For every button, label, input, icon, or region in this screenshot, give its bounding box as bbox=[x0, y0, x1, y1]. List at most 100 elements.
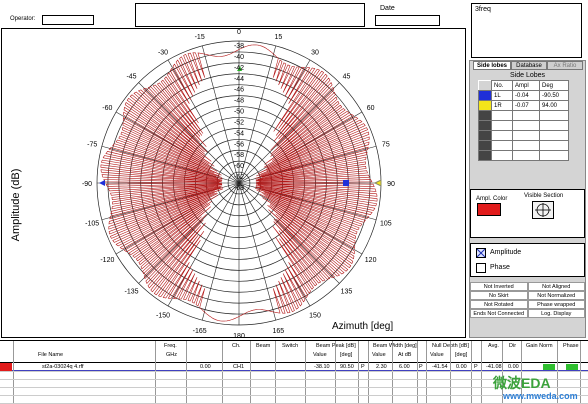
polar-spoke bbox=[201, 182, 240, 321]
radial-tick-label: -50 bbox=[234, 109, 244, 116]
side-lobe-ampl bbox=[512, 150, 540, 161]
y-axis-label: Amplitude (dB) bbox=[10, 168, 22, 242]
side-lobe-row[interactable] bbox=[478, 120, 569, 131]
amplitude-option-label: Amplitude bbox=[490, 249, 522, 256]
flag-cell: Log. Display bbox=[527, 309, 585, 318]
side-lobe-color-swatch[interactable] bbox=[478, 100, 492, 111]
hdr-freq: Freq. bbox=[164, 343, 177, 349]
side-lobe-marker-left bbox=[99, 180, 105, 186]
angle-tick-label: 90 bbox=[387, 181, 395, 188]
polar-spoke bbox=[238, 182, 277, 321]
ampl-color-swatch[interactable] bbox=[477, 203, 501, 216]
table-column-line bbox=[481, 341, 482, 403]
phase-indicator bbox=[566, 364, 578, 370]
phase-option-label: Phase bbox=[490, 264, 510, 271]
cell-p1: P bbox=[361, 364, 365, 370]
table-column-line bbox=[426, 341, 427, 403]
row-color-marker bbox=[0, 363, 12, 371]
flag-cell: Phase wrapped bbox=[527, 300, 585, 309]
table-column-line bbox=[186, 341, 187, 403]
tab-side-lobes[interactable]: Side lobes bbox=[473, 61, 511, 70]
polar-plot-panel: -38 -40 -42 -44 -46 -48 -50 -52 -54 -56 -58 -60 -62 -… bbox=[1, 28, 466, 339]
x-axis-label: Azimuth [deg] bbox=[332, 321, 394, 332]
side-lobe-color-swatch[interactable] bbox=[478, 140, 492, 151]
side-lobe-no bbox=[491, 140, 513, 151]
visible-section-label: Visible Section bbox=[524, 193, 564, 199]
side-lobe-no bbox=[491, 150, 513, 161]
amplitude-checkbox[interactable] bbox=[476, 248, 486, 258]
table-column-line bbox=[13, 341, 14, 403]
table-column-line bbox=[392, 341, 393, 403]
hdr-switch: Switch bbox=[282, 343, 299, 349]
flag-cell: Not Rotated bbox=[470, 300, 528, 309]
gain-norm-indicator bbox=[543, 364, 555, 370]
radial-tick-label: -38 bbox=[234, 43, 244, 50]
side-lobe-row[interactable]: 1L -0.04 -90.50 bbox=[478, 90, 569, 101]
side-lobe-no bbox=[491, 120, 513, 131]
side-lobe-color-swatch[interactable] bbox=[478, 150, 492, 161]
operator-label: Operator: bbox=[10, 16, 36, 22]
side-lobe-ampl bbox=[512, 110, 540, 121]
flags-grid: Not Inverted Not Aligned No Skirt Not Norma… bbox=[470, 282, 585, 318]
angle-tick-label: -165 bbox=[193, 328, 207, 335]
date-field[interactable] bbox=[375, 15, 440, 26]
checkmark-icon bbox=[476, 248, 486, 258]
table-row[interactable]: st2a-03024q 4.rff 0.00 CH1 -38.10 90.50 … bbox=[0, 362, 588, 371]
tab-database[interactable]: Database bbox=[511, 61, 547, 70]
angle-tick-label: -60 bbox=[102, 105, 112, 112]
polar-plot: -38 -40 -42 -44 -46 -48 -50 -52 -54 -56 -58 -60 -62 -… bbox=[82, 29, 395, 339]
side-lobe-color-swatch[interactable] bbox=[478, 90, 492, 101]
phase-checkbox[interactable] bbox=[476, 263, 486, 273]
radial-tick-label: -44 bbox=[234, 76, 244, 83]
angle-tick-label: -120 bbox=[100, 257, 114, 264]
angle-tick-label: 150 bbox=[309, 313, 321, 320]
cell-bw-at: 6.00 bbox=[399, 364, 410, 370]
watermark-text: 微波EDA bbox=[493, 375, 551, 391]
side-lobe-color-swatch[interactable] bbox=[478, 110, 492, 121]
date-label: Date bbox=[380, 5, 395, 12]
hdr-null-deg: [deg] bbox=[455, 352, 468, 358]
radial-tick-label: -54 bbox=[234, 130, 244, 137]
angle-tick-label: 0 bbox=[237, 29, 241, 36]
cell-null-deg: 0.00 bbox=[456, 364, 467, 370]
side-lobe-row[interactable] bbox=[478, 110, 569, 121]
side-lobe-ampl bbox=[512, 120, 540, 131]
cell-peak-deg: 90.50 bbox=[340, 364, 354, 370]
angle-tick-label: -15 bbox=[195, 34, 205, 41]
side-lobe-row[interactable] bbox=[478, 140, 569, 151]
radial-tick-label: -56 bbox=[234, 141, 244, 148]
radial-tick-label: -62 bbox=[234, 174, 244, 181]
tab-ax-ratio[interactable]: Ax Ratio bbox=[547, 61, 583, 70]
side-lobe-ampl bbox=[512, 130, 540, 141]
crosshair-icon bbox=[535, 203, 551, 217]
table-column-line bbox=[417, 341, 418, 403]
table-column-line bbox=[450, 341, 451, 403]
operator-field[interactable] bbox=[42, 15, 94, 25]
table-column-line bbox=[275, 341, 276, 403]
angle-tick-label: -45 bbox=[126, 74, 136, 81]
angle-tick-label: 60 bbox=[367, 105, 375, 112]
cell-p3: P bbox=[474, 364, 478, 370]
hdr-beam-width: Beam Width [deg] bbox=[373, 343, 417, 349]
side-lobe-row[interactable] bbox=[478, 130, 569, 141]
cell-p2: P bbox=[419, 364, 423, 370]
flag-cell: Ends Not Connected bbox=[470, 309, 528, 318]
side-lobe-color-swatch[interactable] bbox=[478, 130, 492, 141]
angle-tick-label: -75 bbox=[87, 142, 97, 149]
hdr-avg: Avg. bbox=[488, 343, 499, 349]
side-lobe-color-swatch[interactable] bbox=[478, 120, 492, 131]
watermark-url: www.mweda.com bbox=[503, 391, 578, 401]
peak-marker bbox=[343, 180, 349, 186]
visible-section-button[interactable] bbox=[532, 201, 554, 219]
side-lobe-row[interactable] bbox=[478, 150, 569, 161]
cell-ch: CH1 bbox=[233, 364, 245, 370]
cell-avg: -41.08 bbox=[486, 364, 502, 370]
comment-field[interactable]: 3freq bbox=[471, 3, 582, 58]
table-column-line bbox=[471, 341, 472, 403]
side-lobe-row[interactable]: 1R -0.07 94.00 bbox=[478, 100, 569, 111]
hdr-peak-deg: [deg] bbox=[340, 352, 353, 358]
flag-cell: No Skirt bbox=[470, 291, 528, 300]
angle-tick-label: 180 bbox=[233, 333, 245, 339]
table-column-line bbox=[250, 341, 251, 403]
notes-field[interactable] bbox=[135, 3, 365, 27]
